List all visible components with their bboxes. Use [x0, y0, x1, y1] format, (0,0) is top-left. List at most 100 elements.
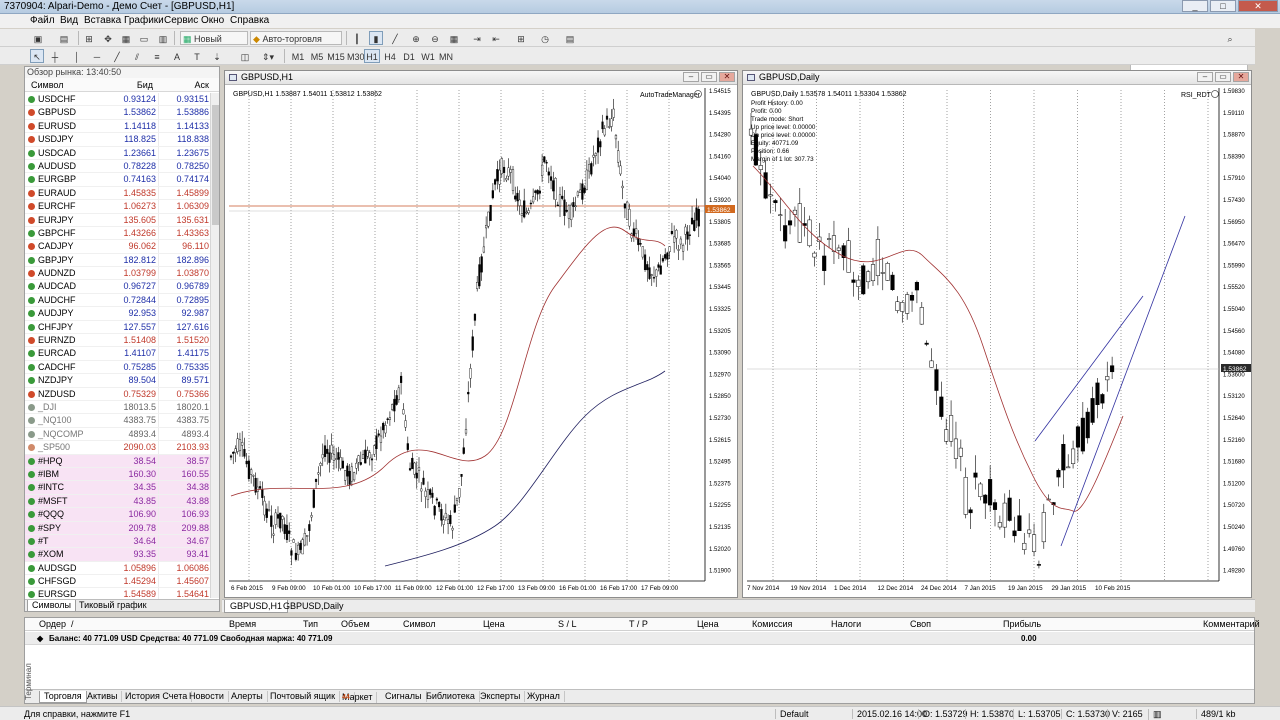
- col-bid[interactable]: Бид: [105, 78, 153, 91]
- templates-icon[interactable]: ▤: [561, 31, 579, 45]
- tile-windows-icon[interactable]: ▦: [447, 31, 461, 45]
- col-symbol[interactable]: Символ: [403, 619, 435, 629]
- crosshair-icon[interactable]: ┼: [48, 49, 62, 63]
- period-tool-icon[interactable]: ◫: [238, 49, 252, 63]
- market-row[interactable]: GBPUSD 1.53862 1.53886: [25, 106, 211, 120]
- market-row[interactable]: GBPCHF 1.43266 1.43363: [25, 226, 211, 241]
- market-row[interactable]: _NQCOMP 4893.4 4893.4: [25, 427, 211, 442]
- candlestick-icon[interactable]: ▮: [369, 31, 383, 45]
- line-chart-icon[interactable]: ╱: [388, 31, 402, 45]
- tf-m30[interactable]: M30: [346, 49, 365, 63]
- market-row[interactable]: EURCAD 1.41107 1.41175: [25, 347, 211, 361]
- tab-symbols[interactable]: Символы: [27, 600, 76, 612]
- market-row[interactable]: EURGBP 0.74163 0.74174: [25, 173, 211, 187]
- close-button[interactable]: ✕: [1238, 0, 1278, 12]
- chart-window-daily[interactable]: GBPUSD,Daily – ▭ ✕ GBPUSD,Daily 1.53578 …: [742, 70, 1252, 598]
- market-row[interactable]: #HPQ 38.54 38.57: [25, 454, 211, 468]
- col-volume[interactable]: Объем: [341, 619, 370, 629]
- new-order-button[interactable]: ▦ Новый Ордер: [180, 31, 248, 58]
- text-tool-icon[interactable]: A: [170, 49, 184, 63]
- col-tp[interactable]: T / P: [629, 619, 648, 629]
- tab-experts[interactable]: Эксперты: [476, 691, 526, 702]
- market-row[interactable]: EURNZD 1.51408 1.51520: [25, 334, 211, 348]
- shapes-dropdown-icon[interactable]: ⇕▾: [258, 49, 278, 63]
- market-row[interactable]: NZDUSD 0.75329 0.75366: [25, 387, 211, 401]
- maximize-button[interactable]: □: [1210, 0, 1236, 12]
- terminal-side-label[interactable]: Терминал: [24, 660, 34, 700]
- menu-file[interactable]: Файл: [30, 15, 55, 26]
- market-row[interactable]: #SPY 209.78 209.88: [25, 521, 211, 535]
- profiles-icon[interactable]: ▤: [56, 31, 72, 45]
- zoom-in-icon[interactable]: ⊕: [409, 31, 423, 45]
- terminal-icon[interactable]: ▭: [137, 31, 151, 45]
- tf-m1[interactable]: M1: [290, 49, 306, 63]
- chart-shift-icon[interactable]: ⇥: [470, 31, 484, 45]
- periods-icon[interactable]: ◷: [536, 31, 554, 45]
- autoscroll-icon[interactable]: ⇤: [489, 31, 503, 45]
- market-row[interactable]: #XOM 93.35 93.41: [25, 548, 211, 562]
- tab-news[interactable]: Новости: [185, 691, 229, 702]
- market-row[interactable]: AUDCHF 0.72844 0.72895: [25, 293, 211, 308]
- tab-account-history[interactable]: История Счета: [121, 691, 193, 702]
- tf-m15[interactable]: M15: [326, 49, 346, 63]
- col-price[interactable]: Цена: [483, 619, 505, 629]
- chart-h1-restore[interactable]: ▭: [701, 72, 717, 82]
- menu-view[interactable]: Вид: [60, 15, 78, 26]
- market-row[interactable]: AUDSGD 1.05896 1.06086: [25, 561, 211, 576]
- col-price2[interactable]: Цена: [697, 619, 719, 629]
- tab-trade[interactable]: Торговля: [39, 691, 87, 703]
- menu-help[interactable]: Справка: [230, 15, 269, 26]
- market-row[interactable]: _SP500 2090.03 2103.93: [25, 441, 211, 455]
- tab-library[interactable]: Библиотека: [422, 691, 480, 702]
- menu-tools[interactable]: Сервис: [164, 15, 198, 26]
- market-row[interactable]: AUDUSD 0.78228 0.78250: [25, 159, 211, 174]
- market-watch-scrollbar[interactable]: [210, 93, 219, 598]
- chart-d1-close[interactable]: ✕: [1233, 72, 1249, 82]
- market-row[interactable]: #IBM 160.30 160.55: [25, 467, 211, 482]
- col-sort[interactable]: /: [71, 619, 74, 629]
- col-symbol[interactable]: Символ: [25, 78, 105, 91]
- market-row[interactable]: EURJPY 135.605 135.631: [25, 213, 211, 227]
- chart-h1-canvas[interactable]: GBPUSD,H1 1.53887 1.54011 1.53812 1.5386…: [225, 86, 737, 598]
- horizontal-line-icon[interactable]: ─: [90, 49, 104, 63]
- tf-m5[interactable]: M5: [309, 49, 325, 63]
- tab-journal[interactable]: Журнал: [523, 691, 565, 702]
- menu-window[interactable]: Окно: [201, 15, 224, 26]
- search-icon[interactable]: ⌕: [1224, 31, 1236, 45]
- autotrading-button[interactable]: ◆ Авто-торговля: [250, 31, 342, 45]
- market-row[interactable]: _DJI 18013.5 18020.1: [25, 400, 211, 415]
- arrows-tool-icon[interactable]: ⇣: [210, 49, 224, 63]
- menu-charts[interactable]: Графики: [124, 15, 164, 26]
- market-row[interactable]: USDCHF 0.93124 0.93151: [25, 93, 211, 107]
- market-row[interactable]: AUDJPY 92.953 92.987: [25, 307, 211, 321]
- market-row[interactable]: #INTC 34.35 34.38: [25, 481, 211, 495]
- tf-d1[interactable]: D1: [401, 49, 417, 63]
- col-order[interactable]: Ордер: [39, 619, 66, 629]
- label-tool-icon[interactable]: T: [190, 49, 204, 63]
- market-row[interactable]: #QQQ 106.90 106.93: [25, 508, 211, 522]
- tab-alerts[interactable]: Алерты: [227, 691, 268, 702]
- tab-signals[interactable]: Сигналы: [381, 691, 427, 702]
- chart-h1-close[interactable]: ✕: [719, 72, 735, 82]
- market-row[interactable]: USDCAD 1.23661 1.23675: [25, 146, 211, 160]
- trendline-icon[interactable]: ╱: [110, 49, 124, 63]
- new-chart-icon[interactable]: ▣: [30, 31, 46, 45]
- strategy-tester-icon[interactable]: ▥: [156, 31, 170, 45]
- col-time[interactable]: Время: [229, 619, 256, 629]
- market-row[interactable]: EURAUD 1.45835 1.45899: [25, 186, 211, 201]
- tab-tick-chart[interactable]: Тиковый график: [75, 600, 151, 611]
- chart-h1-minimize[interactable]: –: [683, 72, 699, 82]
- col-taxes[interactable]: Налоги: [831, 619, 861, 629]
- tab-mailbox[interactable]: Почтовый ящик: [266, 691, 341, 702]
- market-row[interactable]: NZDJPY 89.504 89.571: [25, 374, 211, 388]
- menu-insert[interactable]: Вставка: [84, 15, 121, 26]
- col-sl[interactable]: S / L: [558, 619, 577, 629]
- bar-chart-icon[interactable]: ┃: [350, 31, 364, 45]
- col-type[interactable]: Тип: [303, 619, 318, 629]
- market-row[interactable]: CADJPY 96.062 96.110: [25, 240, 211, 254]
- market-row[interactable]: GBPJPY 182.812 182.896: [25, 253, 211, 268]
- market-row[interactable]: #T 34.64 34.67: [25, 534, 211, 549]
- chart-tab-daily[interactable]: GBPUSD,Daily: [278, 600, 349, 612]
- minimize-button[interactable]: _: [1182, 0, 1208, 12]
- market-row[interactable]: EURCHF 1.06273 1.06309: [25, 200, 211, 214]
